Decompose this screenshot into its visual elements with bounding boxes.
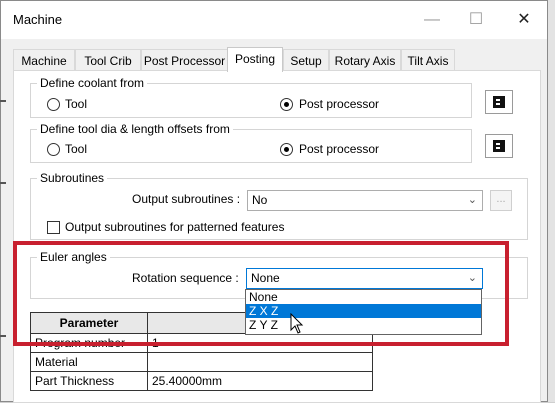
coolant-post-radio[interactable] (280, 98, 293, 111)
table-row[interactable]: Material (30, 352, 373, 372)
tab-rotary-axis[interactable]: Rotary Axis (329, 49, 401, 71)
chevron-down-icon: ⌄ (467, 194, 477, 206)
browse-button[interactable]: ... (490, 190, 512, 211)
output-subroutines-select[interactable]: No ⌄ (247, 190, 483, 211)
tab-setup[interactable]: Setup (283, 49, 329, 71)
coolant-tool-radio[interactable] (47, 98, 60, 111)
output-subroutines-label: Output subroutines : (132, 192, 241, 206)
table-cell[interactable]: 1 (147, 333, 373, 353)
output-subroutines-value: No (252, 193, 268, 207)
offsets-post-radio[interactable] (280, 143, 293, 156)
table-cell: Program number (30, 333, 148, 353)
subroutines-group: Subroutines Output subroutines : No ⌄ ..… (30, 171, 528, 240)
coolant-group-label: Define coolant from (37, 76, 148, 90)
table-cell[interactable] (147, 352, 373, 372)
table-row[interactable]: Part Thickness 25.40000mm (30, 371, 373, 391)
maximize-button[interactable]: ☐ (453, 1, 499, 39)
offsets-tool-label: Tool (65, 142, 88, 156)
rotation-sequence-select[interactable]: None ⌄ (246, 268, 483, 289)
post-config-icon[interactable] (485, 134, 513, 158)
dropdown-option-zyz[interactable]: Z Y Z (246, 318, 481, 332)
coolant-post-label: Post processor (299, 97, 380, 111)
title-bar: Machine — ☐ ✕ (1, 1, 547, 39)
rotation-sequence-dropdown: None Z X Z Z Y Z (245, 289, 482, 335)
tab-tool-crib[interactable]: Tool Crib (75, 49, 141, 71)
offsets-tool-radio[interactable] (47, 143, 60, 156)
tab-machine[interactable]: Machine (13, 49, 75, 71)
post-config-icon[interactable] (485, 90, 513, 114)
dialog-title: Machine (13, 12, 63, 27)
patterned-features-label: Output subroutines for patterned feature… (65, 220, 285, 234)
tab-posting[interactable]: Posting (227, 47, 283, 72)
chevron-down-icon: ⌄ (467, 272, 477, 284)
offsets-group: Define tool dia & length offsets from To… (30, 122, 472, 163)
table-cell: Part Thickness (30, 371, 148, 391)
table-row[interactable]: Program number 1 (30, 333, 373, 353)
mouse-pointer-icon (290, 313, 304, 334)
tab-post-processor[interactable]: Post Processor (141, 49, 228, 71)
background-divider (0, 182, 6, 184)
column-header-parameter: Parameter (30, 312, 148, 334)
machine-dialog: Machine — ☐ ✕ Machine Tool Crib Post Pro… (0, 0, 548, 403)
dropdown-option-none[interactable]: None (246, 290, 481, 304)
patterned-features-checkbox[interactable] (47, 221, 60, 234)
table-cell[interactable]: 25.40000mm (147, 371, 373, 391)
close-button[interactable]: ✕ (501, 1, 547, 39)
minimize-button[interactable]: — (409, 1, 455, 39)
euler-group-label: Euler angles (37, 250, 110, 264)
rotation-sequence-value: None (251, 271, 280, 285)
tab-tilt-axis[interactable]: Tilt Axis (401, 49, 455, 71)
subroutines-group-label: Subroutines (37, 171, 108, 185)
offsets-post-label: Post processor (299, 142, 380, 156)
rotation-sequence-label: Rotation sequence : (132, 271, 239, 285)
background-divider (0, 335, 6, 337)
background-divider (0, 100, 6, 102)
table-cell: Material (30, 352, 148, 372)
coolant-tool-label: Tool (65, 97, 88, 111)
dropdown-option-zxz[interactable]: Z X Z (246, 304, 481, 318)
coolant-group: Define coolant from Tool Post processor (30, 76, 472, 118)
background-window-edge (548, 0, 555, 402)
offsets-group-label: Define tool dia & length offsets from (37, 122, 233, 136)
